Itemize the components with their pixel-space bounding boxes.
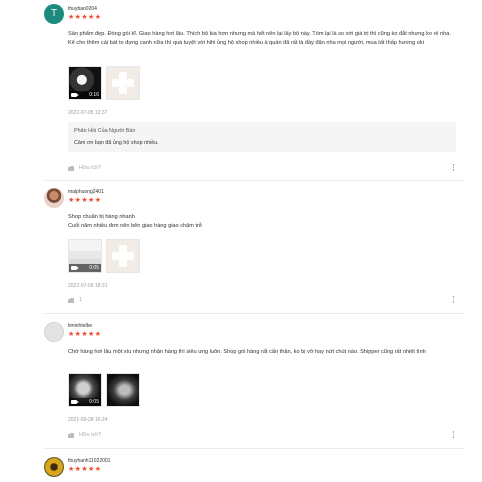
rating-stars: ★★★★★ [68, 466, 102, 473]
more-options-icon[interactable] [452, 296, 455, 305]
video-bar: 0:05 [69, 264, 101, 272]
thumbs-up-icon [68, 165, 74, 171]
username[interactable]: maiphuong2401 [68, 189, 104, 195]
avatar[interactable] [44, 188, 64, 208]
video-camera-icon [71, 266, 79, 270]
review-media: 0:16 [68, 66, 140, 100]
avatar[interactable] [44, 457, 64, 477]
divider [44, 180, 464, 181]
review-text-line-2: Cuối năm nhiều đơn nên bên giao hàng gia… [68, 223, 202, 229]
seller-reply-box: Phản Hồi Của Người Bán Cảm ơn bạn đã ủng… [68, 122, 456, 152]
review-text: Chờ hàng hơi lâu một xíu nhưng nhận hàng… [68, 349, 426, 355]
review-photo-thumb[interactable] [106, 239, 140, 273]
review-date: 2022-07-09 18:31 [68, 283, 108, 289]
rating-stars: ★★★★★ [68, 197, 102, 204]
video-duration: 0:05 [89, 399, 99, 405]
helpful-button[interactable]: Hữu ích? [68, 165, 101, 171]
review-media: 0:05 [68, 239, 140, 273]
username[interactable]: thuyhanh11022001 [68, 458, 110, 464]
helpful-button[interactable]: 1 [68, 297, 82, 303]
review-video-thumb[interactable]: 0:16 [68, 66, 102, 100]
like-count: 1 [79, 297, 82, 303]
review-text: Sản phẩm đẹp. Đóng gói kĩ. Giao hàng hơi… [68, 31, 451, 46]
divider [44, 448, 464, 449]
review-date: 2021-09-28 16:24 [68, 417, 108, 423]
review-photo-thumb[interactable] [106, 373, 140, 407]
review-photo-thumb[interactable] [106, 66, 140, 100]
review-video-thumb[interactable]: 0:05 [68, 373, 102, 407]
video-bar: 0:16 [69, 91, 101, 99]
review-media: 0:05 [68, 373, 140, 407]
video-duration: 0:16 [89, 92, 99, 98]
helpful-label: Hữu ích? [79, 165, 102, 171]
divider [44, 313, 464, 314]
video-duration: 0:05 [89, 265, 99, 271]
review-date: 2022-07-05 12:37 [68, 110, 108, 116]
video-camera-icon [71, 93, 79, 97]
thumbs-up-icon [68, 297, 74, 303]
rating-stars: ★★★★★ [68, 331, 102, 338]
review-text-line-1: Shop chuẩn bị hàng nhanh [68, 214, 135, 220]
avatar[interactable] [44, 322, 64, 342]
avatar[interactable]: T [44, 4, 64, 24]
review-video-thumb[interactable]: 0:05 [68, 239, 102, 273]
more-options-icon[interactable] [452, 431, 455, 440]
helpful-button[interactable]: Hữu ích? [68, 432, 101, 438]
helpful-label: Hữu ích? [79, 432, 102, 438]
username[interactable]: timinhtelbe [68, 323, 92, 329]
more-options-icon[interactable] [452, 164, 455, 173]
seller-reply-text: Cảm ơn bạn đã ủng hộ shop nhiều. [74, 140, 159, 146]
rating-stars: ★★★★★ [68, 14, 102, 21]
thumbs-up-icon [68, 432, 74, 438]
video-bar: 0:05 [69, 398, 101, 406]
username[interactable]: thuybao0204 [68, 6, 97, 12]
seller-reply-title: Phản Hồi Của Người Bán [74, 128, 136, 134]
video-camera-icon [71, 400, 79, 404]
